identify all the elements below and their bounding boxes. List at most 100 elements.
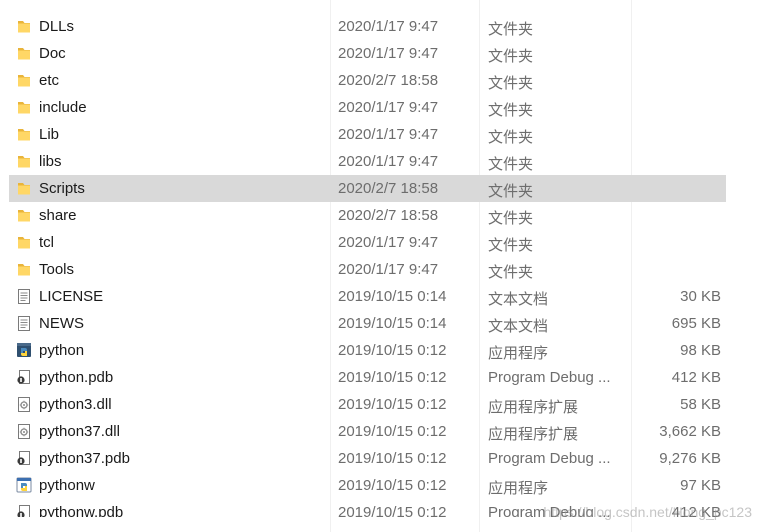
file-type: 应用程序 [488,480,549,497]
file-list: DLLs 2020/1/17 9:47 文件夹 Doc 2020/1/17 9:47 文件… [0,0,762,532]
file-modified-date: 2020/1/17 9:47 [338,45,439,62]
file-row[interactable]: include 2020/1/17 9:47 文件夹 [9,94,726,121]
pythonw-app-icon [16,477,32,494]
file-size: 3,662 KB [659,423,721,440]
file-row[interactable]: pythonw 2019/10/15 0:12 应用程序 97 KB [9,472,726,499]
file-modified-date: 2019/10/15 0:14 [338,288,447,305]
file-type: 文件夹 [488,183,534,200]
file-type: 应用程序扩展 [488,399,579,416]
file-size: 98 KB [680,342,721,359]
file-type: 文件夹 [488,75,534,92]
file-size: 58 KB [680,396,721,413]
dll-file-icon [16,396,32,413]
file-row[interactable]: Tools 2020/1/17 9:47 文件夹 [9,256,726,283]
file-modified-date: 2020/1/17 9:47 [338,126,439,143]
folder-icon [16,99,32,116]
file-type: 文件夹 [488,102,534,119]
folder-icon [16,234,32,251]
file-row[interactable]: share 2020/2/7 18:58 文件夹 [9,202,726,229]
file-type: Program Debug ... [488,450,611,467]
file-type: 文件夹 [488,48,534,65]
folder-icon [16,207,32,224]
file-row[interactable]: python 2019/10/15 0:12 应用程序 98 KB [9,337,726,364]
debug-file-icon [16,450,32,467]
file-modified-date: 2020/1/17 9:47 [338,234,439,251]
python-app-icon [16,342,32,359]
dll-file-icon [16,423,32,440]
file-row[interactable]: etc 2020/2/7 18:58 文件夹 [9,67,726,94]
watermark: https://blog.csdn.net/Hong_pc123 [543,504,752,520]
file-name[interactable]: Tools [39,261,74,278]
file-row[interactable]: python37.pdb 2019/10/15 0:12 Program Debug… [9,445,726,472]
file-type: 文件夹 [488,264,534,281]
file-name[interactable]: LICENSE [39,288,103,305]
file-type: 文件夹 [488,210,534,227]
file-row[interactable]: Doc 2020/1/17 9:47 文件夹 [9,40,726,67]
folder-icon [16,261,32,278]
file-size: 30 KB [680,288,721,305]
file-modified-date: 2020/1/17 9:47 [338,261,439,278]
debug-file-icon [16,504,32,517]
file-modified-date: 2020/2/7 18:58 [338,72,439,89]
file-size: 412 KB [671,369,721,386]
file-row[interactable]: python.pdb 2019/10/15 0:12 Program Debug .… [9,364,726,391]
file-type: 文本文档 [488,318,549,335]
file-modified-date: 2019/10/15 0:12 [338,396,447,413]
file-name[interactable]: NEWS [39,315,84,332]
file-type: 文件夹 [488,156,534,173]
file-row[interactable]: NEWS 2019/10/15 0:14 文本文档 695 KB [9,310,726,337]
file-name[interactable]: pythonw.pdb [39,504,123,517]
file-row[interactable]: Lib 2020/1/17 9:47 文件夹 [9,121,726,148]
folder-icon [16,45,32,62]
text-document-icon [16,315,32,332]
file-modified-date: 2020/2/7 18:58 [338,180,439,197]
file-row[interactable]: LICENSE 2019/10/15 0:14 文本文档 30 KB [9,283,726,310]
folder-icon [16,18,32,35]
file-modified-date: 2019/10/15 0:12 [338,504,447,517]
file-type: 文本文档 [488,291,549,308]
file-size: 97 KB [680,477,721,494]
file-name[interactable]: python [39,342,84,359]
file-name[interactable]: python37.dll [39,423,120,440]
file-name[interactable]: share [39,207,77,224]
file-name[interactable]: include [39,99,87,116]
file-name[interactable]: etc [39,72,59,89]
file-row[interactable]: python37.dll 2019/10/15 0:12 应用程序扩展 3,662 K… [9,418,726,445]
file-row[interactable]: python3.dll 2019/10/15 0:12 应用程序扩展 58 KB [9,391,726,418]
folder-icon [16,126,32,143]
file-type: 应用程序 [488,345,549,362]
folder-icon [16,72,32,89]
file-name[interactable]: DLLs [39,18,74,35]
file-modified-date: 2020/1/17 9:47 [338,99,439,116]
file-name[interactable]: python3.dll [39,396,112,413]
file-name[interactable]: tcl [39,234,54,251]
debug-file-icon [16,369,32,386]
file-name[interactable]: Lib [39,126,59,143]
file-modified-date: 2019/10/15 0:12 [338,423,447,440]
file-row[interactable]: DLLs 2020/1/17 9:47 文件夹 [9,13,726,40]
file-name[interactable]: Doc [39,45,66,62]
file-modified-date: 2019/10/15 0:12 [338,450,447,467]
file-modified-date: 2020/1/17 9:47 [338,18,439,35]
file-size: 9,276 KB [659,450,721,467]
file-modified-date: 2019/10/15 0:12 [338,477,447,494]
file-type: 文件夹 [488,21,534,38]
file-modified-date: 2019/10/15 0:14 [338,315,447,332]
file-name[interactable]: libs [39,153,62,170]
text-document-icon [16,288,32,305]
file-name[interactable]: pythonw [39,477,95,494]
file-type: 文件夹 [488,129,534,146]
file-type: 文件夹 [488,237,534,254]
file-modified-date: 2020/2/7 18:58 [338,207,439,224]
file-size: 695 KB [671,315,721,332]
file-modified-date: 2019/10/15 0:12 [338,342,447,359]
file-name[interactable]: python.pdb [39,369,113,386]
folder-icon [16,180,32,197]
file-type: 应用程序扩展 [488,426,579,443]
file-row[interactable]: libs 2020/1/17 9:47 文件夹 [9,148,726,175]
file-name[interactable]: python37.pdb [39,450,130,467]
file-name[interactable]: Scripts [39,180,85,197]
file-modified-date: 2020/1/17 9:47 [338,153,439,170]
file-row[interactable]: tcl 2020/1/17 9:47 文件夹 [9,229,726,256]
file-row[interactable]: Scripts 2020/2/7 18:58 文件夹 [9,175,726,202]
